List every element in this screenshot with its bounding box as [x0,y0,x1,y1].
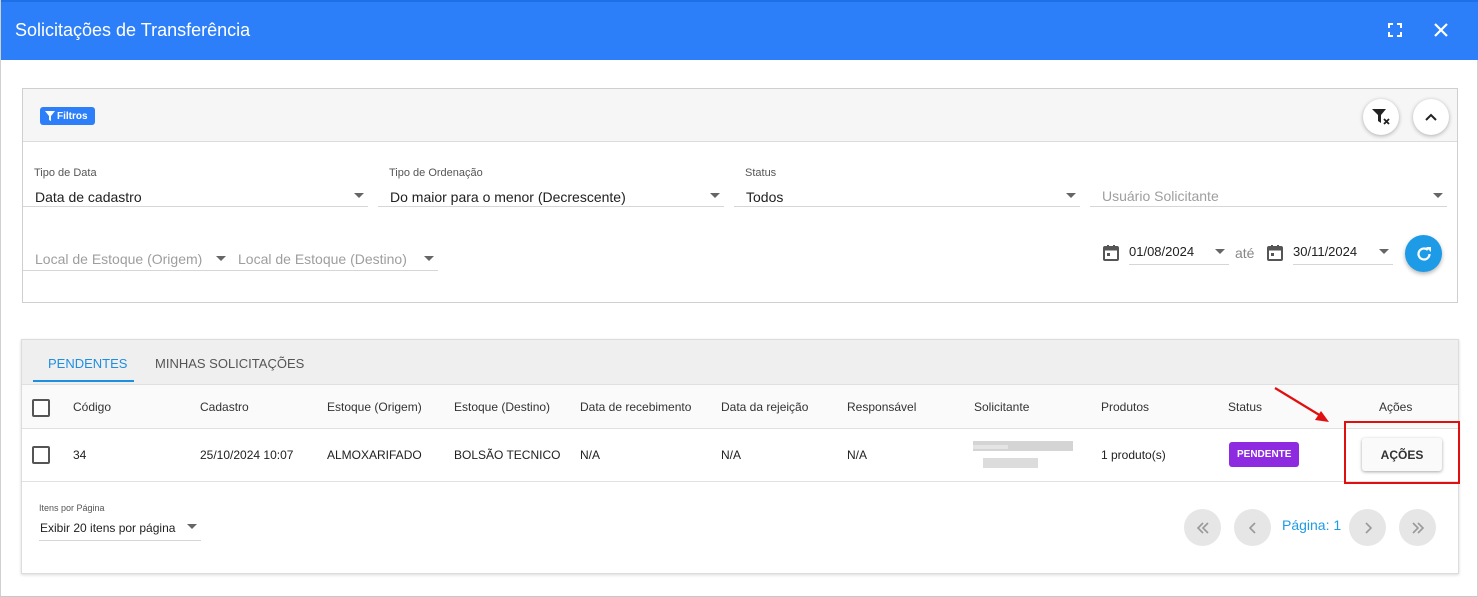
dialog-header: Solicitações de Transferência [1,0,1478,60]
table-row[interactable]: 34 25/10/2024 10:07 ALMOXARIFADO BOLSÃO … [22,429,1458,482]
filter-icon [45,111,55,121]
filter-panel-header: Filtros [23,89,1457,142]
page-indicator: Página: 1 [1282,517,1342,533]
col-responsavel[interactable]: Responsável [847,400,916,414]
next-page-button[interactable] [1349,509,1386,546]
caret-down-icon [1215,249,1225,254]
tipo-data-label: Tipo de Data [34,167,97,179]
cell-produtos: 1 produto(s) [1101,448,1166,462]
last-page-button[interactable] [1399,509,1436,546]
status-label: Status [745,167,777,179]
cell-rejeicao: N/A [721,448,742,462]
col-produtos[interactable]: Produtos [1101,400,1149,414]
filters-chip: Filtros [40,107,95,125]
caret-down-icon [1066,193,1076,198]
cell-cadastro: 25/10/2024 10:07 [200,448,294,462]
table-header: Código Cadastro Estoque (Origem) Estoque… [22,384,1458,429]
caret-down-icon [424,256,434,261]
close-icon[interactable] [1429,18,1453,42]
local-origem-select[interactable]: Local de Estoque (Origem) [23,231,230,271]
usuario-solicitante-select[interactable]: Usuário Solicitante [1090,167,1447,207]
prev-page-button[interactable] [1234,509,1271,546]
col-status[interactable]: Status [1228,400,1262,414]
caret-down-icon [1433,193,1443,198]
col-data-rejeicao[interactable]: Data da rejeição [721,400,808,414]
usuario-solicitante-placeholder: Usuário Solicitante [1102,188,1219,204]
chevron-right-icon [1364,521,1372,534]
first-page-button[interactable] [1184,509,1221,546]
cell-destino: BOLSÃO TECNICO [454,448,561,462]
active-tab-indicator [33,380,134,382]
col-cadastro[interactable]: Cadastro [200,400,249,414]
caret-down-icon [187,524,197,529]
status-value: Todos [746,189,784,205]
row-checkbox[interactable] [32,446,50,464]
filter-panel: Filtros Tipo de Data Data de cadastro Ti… [22,88,1458,303]
col-solicitante[interactable]: Solicitante [974,400,1029,414]
select-all-checkbox[interactable] [32,399,50,417]
cell-responsavel: N/A [847,448,868,462]
annotation-arrow-icon [1274,387,1329,422]
date-to-field[interactable]: 30/11/2024 [1293,239,1393,265]
tipo-ordenacao-value: Do maior para o menor (Decrescente) [390,189,626,205]
refresh-icon [1416,246,1431,261]
tipo-ordenacao-select[interactable]: Tipo de Ordenação Do maior para o menor … [378,167,724,207]
chevron-up-icon [1425,113,1437,121]
tipo-ordenacao-label: Tipo de Ordenação [389,167,483,179]
tab-pendentes[interactable]: PENDENTES [48,356,127,371]
date-separator: até [1235,245,1255,261]
local-destino-select[interactable]: Local de Estoque (Destino) [226,231,438,271]
dialog-title: Solicitações de Transferência [15,20,251,40]
status-badge: PENDENTE [1229,442,1300,467]
tipo-data-value: Data de cadastro [35,189,142,205]
collapse-button[interactable] [1413,99,1449,135]
tipo-data-select[interactable]: Tipo de Data Data de cadastro [23,167,368,207]
filter-remove-icon [1372,109,1390,125]
tab-minhas-solicitacoes[interactable]: MINHAS SOLICITAÇÕES [155,356,304,371]
chevron-left-icon [1248,521,1256,534]
tab-bar: PENDENTES MINHAS SOLICITAÇÕES [22,340,1458,384]
clear-filter-button[interactable] [1363,99,1399,135]
filters-chip-label: Filtros [57,110,88,122]
calendar-icon[interactable] [1266,244,1284,262]
local-destino-placeholder: Local de Estoque (Destino) [238,251,407,267]
double-chevron-right-icon [1411,521,1424,534]
date-from-field[interactable]: 01/08/2024 [1129,239,1229,265]
local-origem-placeholder: Local de Estoque (Origem) [35,251,203,267]
col-estoque-destino[interactable]: Estoque (Destino) [454,400,550,414]
double-chevron-left-icon [1196,521,1209,534]
items-per-page-label: Itens por Página [39,503,105,513]
col-acoes: Ações [1379,400,1413,414]
caret-down-icon [710,193,720,198]
redacted-solicitante [973,441,1073,469]
cell-recebimento: N/A [580,448,601,462]
col-data-recebimento[interactable]: Data de recebimento [580,400,691,414]
col-codigo[interactable]: Código [73,400,111,414]
fullscreen-icon[interactable] [1383,18,1407,42]
requests-table-card: PENDENTES MINHAS SOLICITAÇÕES Código Cad… [21,339,1459,574]
caret-down-icon [1379,249,1389,254]
items-per-page-select[interactable]: Itens por Página Exibir 20 itens por pág… [39,501,201,541]
highlight-box [1344,421,1460,484]
date-from-value: 01/08/2024 [1129,244,1195,259]
date-to-value: 30/11/2024 [1293,244,1358,259]
caret-down-icon [354,193,364,198]
refresh-button[interactable] [1405,235,1442,272]
transfer-requests-dialog: Solicitações de Transferência Filtros Ti… [0,0,1478,597]
caret-down-icon [216,256,226,261]
items-per-page-value: Exibir 20 itens por página [40,521,176,535]
cell-origem: ALMOXARIFADO [327,448,422,462]
calendar-icon[interactable] [1102,244,1120,262]
cell-codigo: 34 [73,448,87,462]
status-select[interactable]: Status Todos [734,167,1080,207]
col-estoque-origem[interactable]: Estoque (Origem) [327,400,422,414]
